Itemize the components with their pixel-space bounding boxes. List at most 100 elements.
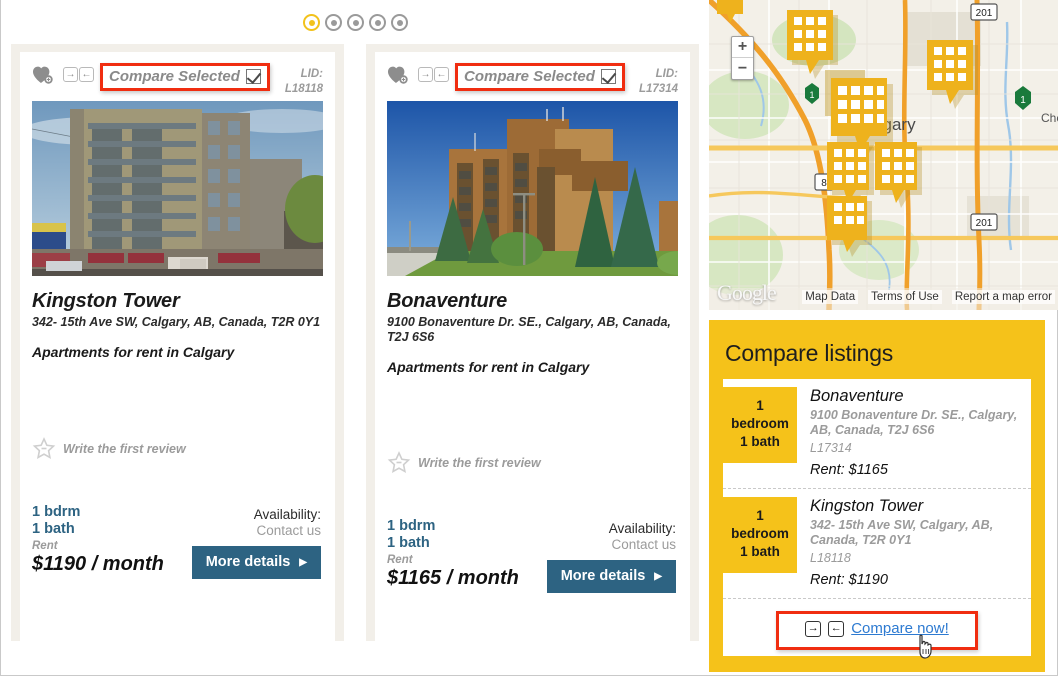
- lid-label: LID:: [300, 68, 323, 80]
- availability-label: Availability:: [253, 507, 321, 522]
- svg-text:201: 201: [976, 8, 993, 19]
- badge-bedroom-label: bedroom: [731, 416, 789, 431]
- zoom-out-button[interactable]: −: [732, 58, 753, 79]
- compare-selected-label: Compare Selected: [464, 68, 595, 85]
- compare-row[interactable]: 1 bedroom 1 bath Bonaventure 9100 Bonave…: [723, 379, 1031, 488]
- compare-selected-checkbox[interactable]: [600, 69, 616, 84]
- compare-rows: 1 bedroom 1 bath Bonaventure 9100 Bonave…: [723, 379, 1031, 659]
- write-review-link[interactable]: Write the first review: [32, 437, 186, 460]
- compare-row-address: 342- 15th Ave SW, Calgary, AB, Canada, T…: [810, 518, 994, 547]
- card-header: → ← Compare Selected LID: L17314: [387, 62, 678, 96]
- compare-row[interactable]: 1 bedroom 1 bath Kingston Tower 342- 15t…: [723, 488, 1031, 598]
- compare-now-highlight[interactable]: → ← Compare now!: [776, 611, 978, 659]
- availability-block: Availability: Contact us More details ▶: [191, 507, 321, 579]
- availability-value: Contact us: [256, 523, 321, 538]
- rent-label: Rent: [387, 554, 413, 566]
- listing-facts: 1 bdrm 1 bath Rent $1165 / month: [387, 518, 519, 589]
- listing-photo[interactable]: [32, 101, 323, 276]
- compare-selected-label: Compare Selected: [109, 68, 240, 85]
- map-footer-links[interactable]: Map Data Terms of Use Report a map error: [802, 290, 1055, 304]
- availability-value: Contact us: [611, 537, 676, 552]
- listing-subtitle: Apartments for rent in Calgary: [387, 359, 590, 375]
- page-frame: → ← Compare Selected LID: L18118 Kingsto…: [0, 0, 1058, 676]
- report-map-error-link[interactable]: Report a map error: [951, 290, 1055, 304]
- pagination-dot-4[interactable]: [369, 14, 386, 31]
- listing-title[interactable]: Bonaventure: [387, 290, 678, 313]
- listing-card[interactable]: → ← Compare Selected LID: L18118 Kingsto…: [11, 44, 344, 641]
- more-details-label: More details: [560, 568, 646, 584]
- badge-bedroom-count: 1: [756, 508, 764, 523]
- map-label-che: Che: [1041, 111, 1058, 125]
- terms-of-use-link[interactable]: Terms of Use: [868, 290, 942, 304]
- pagination-dot-3[interactable]: [347, 14, 364, 31]
- favorite-heart-icon[interactable]: [387, 65, 409, 85]
- more-details-label: More details: [205, 554, 291, 570]
- compare-row-badge: 1 bedroom 1 bath: [723, 497, 797, 573]
- compare-selected-checkbox[interactable]: [245, 69, 261, 84]
- compare-row-lid: L18118: [810, 551, 851, 565]
- availability-label: Availability:: [608, 521, 676, 536]
- lid-value: L17314: [638, 83, 678, 95]
- badge-bath-label: 1 bath: [740, 544, 780, 559]
- google-logo: Google: [717, 280, 777, 305]
- listing-card[interactable]: → ← Compare Selected LID: L17314 Bonaven…: [366, 44, 699, 641]
- listing-id: LID: L17314: [639, 67, 678, 97]
- compare-row-address: 9100 Bonaventure Dr. SE., Calgary, AB, C…: [810, 408, 1018, 437]
- more-details-button[interactable]: More details ▶: [546, 560, 676, 593]
- write-review-text: Write the first review: [418, 455, 541, 470]
- pagination-dot-5[interactable]: [391, 14, 408, 31]
- pagination-dots[interactable]: [303, 14, 408, 31]
- listing-facts: 1 bdrm 1 bath Rent $1190 / month: [32, 504, 164, 575]
- chevron-right-icon: ▶: [299, 556, 307, 568]
- compare-selected-highlight[interactable]: Compare Selected: [455, 63, 625, 91]
- bedrooms-value: 1 bdrm: [387, 518, 436, 534]
- pagination-dot-1[interactable]: [303, 14, 320, 31]
- mouse-cursor-pointer-icon: [919, 634, 932, 659]
- favorite-heart-icon[interactable]: [32, 65, 54, 85]
- compare-row-badge: 1 bedroom 1 bath: [723, 387, 797, 463]
- listing-id: LID: L18118: [285, 67, 323, 97]
- star-icon: [387, 451, 411, 474]
- badge-bedroom-label: bedroom: [731, 526, 789, 541]
- listing-cards: → ← Compare Selected LID: L18118 Kingsto…: [11, 44, 699, 641]
- compare-row-rent: Rent: $1190: [810, 572, 888, 588]
- listing-title[interactable]: Kingston Tower: [32, 290, 323, 313]
- listing-address: 342- 15th Ave SW, Calgary, AB, Canada, T…: [32, 315, 321, 329]
- route-shield-201-top: 201: [970, 3, 998, 21]
- zoom-in-button[interactable]: +: [732, 37, 753, 58]
- map-data-link[interactable]: Map Data: [802, 290, 859, 304]
- compare-row-name[interactable]: Kingston Tower: [810, 497, 1025, 516]
- write-review-text: Write the first review: [63, 441, 186, 456]
- more-details-button[interactable]: More details ▶: [191, 546, 321, 579]
- arrow-left-box-icon: ←: [79, 67, 94, 82]
- map-zoom-controls[interactable]: + −: [731, 36, 754, 80]
- svg-text:201: 201: [976, 218, 993, 229]
- star-icon: [32, 437, 56, 460]
- badge-bedroom-count: 1: [756, 398, 764, 413]
- map-panel[interactable]: 201 201 8 1 1 Calgary Che: [709, 0, 1058, 310]
- rent-label: Rent: [32, 540, 58, 552]
- listing-address: 9100 Bonaventure Dr. SE., Calgary, AB, C…: [387, 315, 671, 344]
- compare-arrows-icon[interactable]: → ←: [418, 67, 449, 82]
- arrow-right-box-icon: →: [418, 67, 433, 82]
- pagination-dot-2[interactable]: [325, 14, 342, 31]
- compare-selected-highlight[interactable]: Compare Selected: [100, 63, 270, 91]
- lid-value: L18118: [284, 83, 323, 95]
- compare-arrows-icon[interactable]: → ←: [63, 67, 94, 82]
- bedrooms-value: 1 bdrm: [32, 504, 81, 520]
- listing-photo[interactable]: [387, 101, 678, 276]
- arrow-right-box-icon: →: [805, 620, 822, 637]
- compare-panel-title: Compare listings: [725, 340, 894, 366]
- lid-label: LID:: [655, 68, 678, 80]
- svg-text:1: 1: [809, 90, 814, 100]
- write-review-link[interactable]: Write the first review: [387, 451, 541, 474]
- arrow-left-box-icon: ←: [434, 67, 449, 82]
- rent-price: $1165 / month: [387, 567, 519, 589]
- listing-subtitle: Apartments for rent in Calgary: [32, 344, 235, 360]
- compare-action-area: → ← Compare now!: [723, 598, 1031, 659]
- rent-price: $1190 / month: [32, 553, 164, 575]
- compare-row-name[interactable]: Bonaventure: [810, 387, 1025, 406]
- compare-row-rent: Rent: $1165: [810, 462, 888, 478]
- svg-text:8: 8: [821, 178, 827, 189]
- badge-bath-label: 1 bath: [740, 434, 780, 449]
